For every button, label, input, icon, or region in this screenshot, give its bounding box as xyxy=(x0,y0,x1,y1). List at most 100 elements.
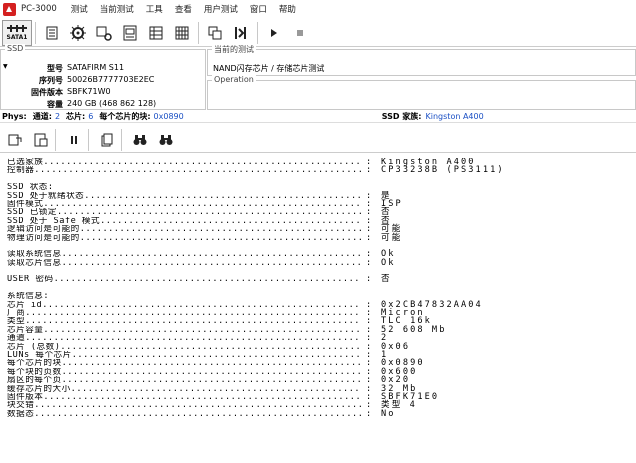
report-label-text: 扇区的每个页 xyxy=(7,376,62,385)
phys-status-bar: Phys: 通道: 2 芯片: 6 每个芯片的块: 0x0890 SSD 家族:… xyxy=(0,110,636,123)
report-line: 厂商......................................… xyxy=(0,309,636,318)
leader-dots: ........................................… xyxy=(43,158,361,167)
report-label-text: LUNs 每个芯片 xyxy=(7,350,72,360)
leader-dots: ........................................… xyxy=(61,367,361,377)
leader-dots: ........................................… xyxy=(43,199,361,209)
leader-dots: ........................................… xyxy=(25,317,361,326)
report-line-label: 数据态.....................................… xyxy=(7,410,361,418)
document-icon xyxy=(46,26,58,39)
report-line xyxy=(0,175,636,183)
report-save-button[interactable] xyxy=(30,129,52,151)
report-line: 固件版本....................................… xyxy=(0,392,636,402)
report-label-text: 芯片 (总数) xyxy=(7,342,61,351)
menu-item-view[interactable]: 查看 xyxy=(169,3,198,15)
report-label-text: SSD 处于就绪状态 xyxy=(7,191,85,200)
report-label-text: 物理访问是可能的 xyxy=(7,233,80,242)
copy-icon xyxy=(208,26,222,39)
report-line-label: LUNs 每个芯片...............................… xyxy=(7,351,361,359)
channels-label: 通道: xyxy=(32,111,52,121)
firmware-label: 固件版本 xyxy=(31,88,63,97)
operation-panel: Operation xyxy=(207,75,636,110)
report-line: SSD 已锁定.................................… xyxy=(0,208,636,217)
document-button[interactable] xyxy=(39,20,65,46)
report-log[interactable]: 已选家族....................................… xyxy=(0,158,636,463)
current-test-name: NAND闪存芯片 / 存储芯片测试 xyxy=(213,64,325,73)
report-line: 类型......................................… xyxy=(0,317,636,326)
model-value: SATAFIRM S11 xyxy=(67,63,125,72)
leader-dots: ........................................… xyxy=(25,309,361,318)
report-label-text: SSD 状态: xyxy=(7,183,54,192)
report-line: 固件模式....................................… xyxy=(0,199,636,209)
report-toolbar xyxy=(0,127,636,153)
report-line-label: 每个芯片的块..................................… xyxy=(7,359,361,367)
menu-bar: 测试 当前测试 工具 查看 用户测试 窗口 帮助 xyxy=(65,3,302,15)
pause-button[interactable] xyxy=(63,129,85,151)
list-view-button[interactable] xyxy=(143,20,169,46)
report-label-text: 系统信息: xyxy=(7,292,50,301)
report-line-label: 芯片容量....................................… xyxy=(7,326,361,334)
app-logo-icon xyxy=(3,2,16,16)
chip-tools-button[interactable] xyxy=(91,20,117,46)
report-open-button[interactable] xyxy=(4,129,26,151)
menu-item-test[interactable]: 测试 xyxy=(65,3,94,15)
report-label-text: 芯片 id xyxy=(7,300,43,310)
port-connector-icon xyxy=(7,24,27,32)
capacity-value: 240 GB (468 862 128) xyxy=(67,99,157,108)
capacity-label: 容量 xyxy=(47,100,63,109)
report-line: 读取芯片信息..................................… xyxy=(0,257,636,268)
report-line xyxy=(0,284,636,292)
report-label-text: 固件版本 xyxy=(7,392,44,402)
stop-button[interactable] xyxy=(287,20,313,46)
leader-dots: ........................................… xyxy=(43,325,361,335)
copy-button[interactable] xyxy=(202,20,228,46)
report-line-label: 逻辑访问是可能的................................… xyxy=(7,225,361,233)
chip-gear-icon xyxy=(96,26,112,41)
toolbar-divider xyxy=(35,21,36,44)
grid-view-button[interactable] xyxy=(169,20,195,46)
report-label-text: SSD 处于 Safe 模式 xyxy=(7,216,101,226)
menu-item-help[interactable]: 帮助 xyxy=(273,3,302,15)
menu-item-tools[interactable]: 工具 xyxy=(140,3,169,15)
main-toolbar: SATA1 xyxy=(0,19,636,47)
leader-dots: ........................................… xyxy=(61,376,361,385)
report-line-label: 芯片 (总数).................................… xyxy=(7,343,361,351)
phys-label: Phys: xyxy=(2,111,27,121)
report-line-label: SSD 状态: xyxy=(7,183,361,191)
report-line-label: 读取系统信息..................................… xyxy=(7,250,361,258)
report-copy-button[interactable] xyxy=(96,129,118,151)
report-line-label: 每个块的页数..................................… xyxy=(7,368,361,376)
report-separator: : xyxy=(366,257,372,268)
report-label-text: 读取芯片信息 xyxy=(7,258,62,268)
memory-module-icon xyxy=(123,25,137,40)
report-line: SSD 处于 Safe 模式..........................… xyxy=(0,216,636,226)
report-line-value: 可能 xyxy=(381,232,403,243)
menu-item-user-test[interactable]: 用户测试 xyxy=(198,3,244,15)
play-icon xyxy=(271,28,277,37)
sata-port-button[interactable]: SATA1 xyxy=(2,19,32,46)
leader-dots: ........................................… xyxy=(56,208,361,217)
report-label-text: 厂商 xyxy=(7,309,26,318)
report-line-label: 读取芯片信息..................................… xyxy=(7,259,361,267)
report-line: 读取系统信息..................................… xyxy=(0,250,636,259)
memory-map-button[interactable] xyxy=(117,20,143,46)
play-button[interactable] xyxy=(261,20,287,46)
leader-dots: ........................................… xyxy=(79,233,361,242)
leader-dots: ........................................… xyxy=(61,250,361,259)
report-line-label: 类型......................................… xyxy=(7,317,361,325)
menu-item-window[interactable]: 窗口 xyxy=(244,3,273,15)
menu-item-current-test[interactable]: 当前测试 xyxy=(94,3,140,15)
run-step-icon xyxy=(235,26,246,39)
leader-dots: ........................................… xyxy=(34,401,361,410)
report-line xyxy=(0,267,636,275)
ssd-serial-row: 序列号 50026B7777703E2EC xyxy=(1,75,207,86)
report-save-icon xyxy=(34,133,48,146)
find-next-button[interactable] xyxy=(155,129,177,151)
report-line-label: 通道......................................… xyxy=(7,334,361,342)
chip-settings-button[interactable] xyxy=(65,20,91,46)
model-label: 型号 xyxy=(47,64,63,73)
gear-chip-icon xyxy=(70,24,86,41)
report-line-label: 物理访问是可能的................................… xyxy=(7,234,361,242)
run-step-button[interactable] xyxy=(228,20,254,46)
find-button[interactable] xyxy=(129,129,151,151)
blocks-per-chip-value: 0x0890 xyxy=(153,111,184,121)
